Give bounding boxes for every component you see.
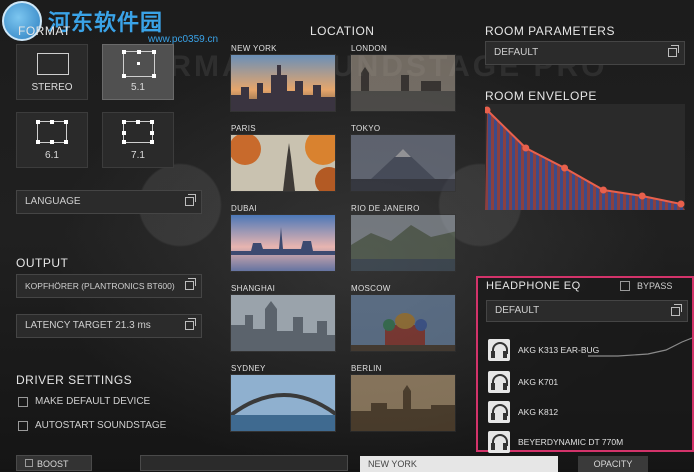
city-label-paris: PARIS (231, 124, 256, 133)
headphone-name: BEYERDYNAMIC DT 770M (518, 437, 624, 447)
make-default-label: MAKE DEFAULT DEVICE (35, 396, 151, 407)
city-tile-moscow[interactable] (350, 294, 456, 352)
autostart-checkbox[interactable] (18, 420, 28, 431)
headphone-name: AKG K812 (518, 407, 559, 417)
output-title: OUTPUT (16, 256, 69, 270)
headphone-icon (488, 339, 510, 361)
city-label-london: LONDON (351, 44, 388, 53)
city-tile-new-york[interactable] (230, 54, 336, 112)
headphone-item[interactable]: AKG K812 (488, 400, 688, 424)
popout-icon (671, 304, 682, 316)
bypass-label: BYPASS (637, 281, 673, 291)
envelope-handle[interactable] (638, 192, 646, 200)
city-tile-london[interactable] (350, 54, 456, 112)
latency-dropdown[interactable]: LATENCY TARGET 21.3 ms (16, 314, 202, 338)
format-title: FORMAT (18, 24, 71, 38)
headphone-name: AKG K313 EAR-BUG (518, 345, 600, 355)
headphone-item[interactable]: AKG K313 EAR-BUG (488, 338, 688, 362)
envelope-handle[interactable] (677, 200, 685, 208)
bottom-bar: BOOST NEW YORK OPACITY (0, 449, 694, 472)
city-label-moscow: MOSCOW (351, 284, 391, 293)
city-label-sydney: SYDNEY (231, 364, 266, 373)
headphone-item[interactable]: AKG K701 (488, 370, 688, 394)
make-default-device-option[interactable]: MAKE DEFAULT DEVICE (18, 396, 150, 407)
city-label-new-york: NEW YORK (231, 44, 277, 53)
output-device-value: KOPFHÖRER (PLANTRONICS BT600) (25, 281, 175, 291)
eq-preset-value: DEFAULT (495, 305, 540, 316)
headphone-name: AKG K701 (518, 377, 559, 387)
language-value: LANGUAGE (25, 196, 81, 207)
boost-checkbox[interactable] (25, 459, 33, 467)
location-search-field[interactable]: NEW YORK (360, 456, 558, 472)
format-6-1-label: 6.1 (45, 150, 59, 161)
opacity-control[interactable]: OPACITY (578, 456, 648, 472)
language-dropdown[interactable]: LANGUAGE (16, 190, 202, 214)
city-tile-rio[interactable] (350, 214, 456, 272)
latency-value: LATENCY TARGET 21.3 ms (25, 320, 151, 331)
autostart-option[interactable]: AUTOSTART SOUNDSTAGE (18, 420, 166, 431)
surround-7-1-icon (122, 120, 154, 144)
opacity-label: OPACITY (593, 459, 633, 469)
format-5-1-label: 5.1 (131, 82, 145, 93)
envelope-handle[interactable] (599, 186, 607, 194)
city-label-rio: RIO DE JANEIRO (351, 204, 420, 213)
city-tile-dubai[interactable] (230, 214, 336, 272)
envelope-handle[interactable] (522, 144, 530, 152)
city-label-tokyo: TOKYO (351, 124, 381, 133)
city-label-berlin: BERLIN (351, 364, 382, 373)
headphone-icon (488, 371, 510, 393)
room-envelope-graph[interactable] (485, 104, 685, 210)
popout-icon (185, 194, 196, 206)
stereo-layout-icon (37, 53, 69, 75)
format-5-1-button[interactable]: 5.1 (102, 44, 174, 100)
city-tile-tokyo[interactable] (350, 134, 456, 192)
location-title: LOCATION (310, 24, 375, 38)
envelope-handle[interactable] (561, 164, 569, 172)
format-7-1-label: 7.1 (131, 150, 145, 161)
headphone-eq-panel: HEADPHONE EQ BYPASS DEFAULT AKG K313 EAR… (476, 276, 694, 453)
format-stereo-label: STEREO (31, 82, 73, 93)
popout-icon (668, 45, 679, 57)
room-parameters-title: ROOM PARAMETERS (485, 24, 615, 38)
city-tile-berlin[interactable] (350, 374, 456, 432)
boost-label: BOOST (37, 459, 69, 469)
bypass-option[interactable]: BYPASS (620, 281, 672, 291)
surround-5-1-icon (122, 50, 156, 78)
room-preset-dropdown[interactable]: DEFAULT (485, 41, 685, 65)
city-tile-paris[interactable] (230, 134, 336, 192)
headphone-eq-title: HEADPHONE EQ (486, 280, 581, 292)
output-device-dropdown[interactable]: KOPFHÖRER (PLANTRONICS BT600) (16, 274, 202, 298)
location-search-value: NEW YORK (368, 459, 417, 469)
city-label-dubai: DUBAI (231, 204, 257, 213)
city-tile-shanghai[interactable] (230, 294, 336, 352)
surround-6-1-icon (36, 120, 68, 144)
bypass-checkbox[interactable] (620, 281, 630, 291)
driver-settings-title: DRIVER SETTINGS (16, 373, 133, 387)
autostart-label: AUTOSTART SOUNDSTAGE (35, 420, 167, 431)
popout-icon (185, 278, 196, 290)
format-7-1-button[interactable]: 7.1 (102, 112, 174, 168)
city-label-shanghai: SHANGHAI (231, 284, 276, 293)
format-6-1-button[interactable]: 6.1 (16, 112, 88, 168)
format-stereo-button[interactable]: STEREO (16, 44, 88, 100)
make-default-checkbox[interactable] (18, 396, 28, 407)
popout-icon (185, 318, 196, 330)
room-envelope-title: ROOM ENVELOPE (485, 89, 597, 103)
headphone-icon (488, 401, 510, 423)
eq-preset-dropdown[interactable]: DEFAULT (486, 300, 688, 322)
city-tile-sydney[interactable] (230, 374, 336, 432)
room-preset-value: DEFAULT (494, 47, 539, 58)
